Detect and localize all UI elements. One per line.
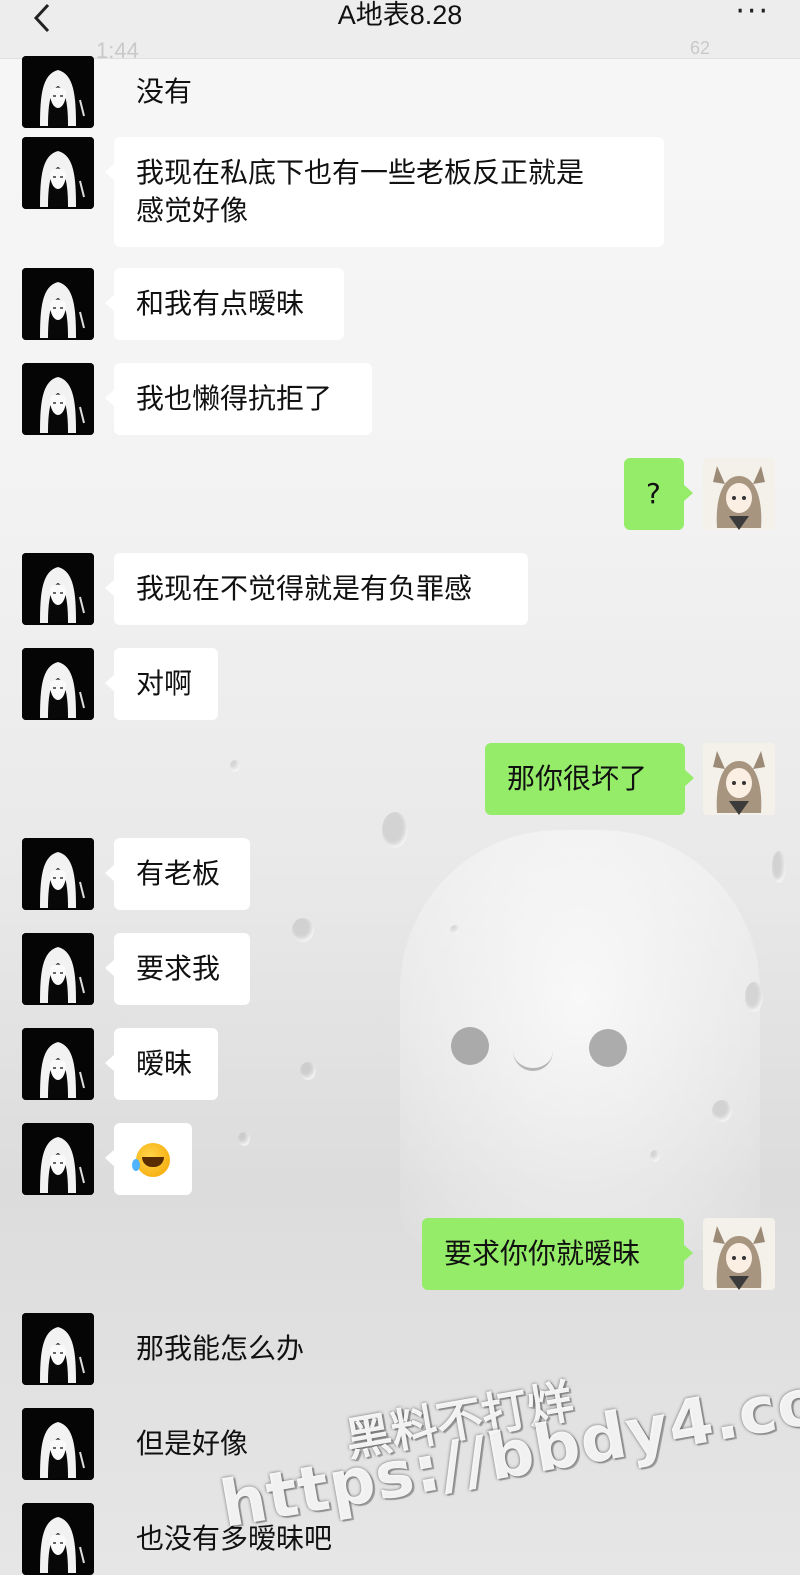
message-bubble[interactable]: 有老板 [105,838,250,910]
message-bubble[interactable]: 我也懒得抗拒了 [105,363,372,435]
background-cat-eye-left [451,1027,489,1065]
contact-avatar[interactable] [22,553,94,625]
message-bubble[interactable]: 要求你你就暧昧 [422,1218,693,1290]
chat-header: A地表8.28 1:44 62 ··· [0,0,800,63]
contact-avatar[interactable] [22,1408,94,1480]
message-bubble[interactable]: 那我能怎么办 [114,1313,344,1385]
my-avatar[interactable] [703,743,775,815]
message-bubble[interactable]: 和我有点暧昧 [105,268,344,340]
message-bubble[interactable]: 我现在私底下也有一些老板反正就是 感觉好像 [105,137,664,247]
message-text: 有老板 [136,857,221,890]
message-bubble[interactable]: ? [624,458,693,530]
chat-title: A地表8.28 [337,0,463,30]
message-text: ? [646,477,661,510]
message-bubble[interactable] [105,1123,192,1195]
contact-avatar[interactable] [22,137,94,209]
raindrop [650,1150,660,1162]
raindrop [230,760,240,772]
raindrop [382,812,408,848]
contact-avatar[interactable] [22,363,94,435]
background-cat-eye-right [589,1029,627,1067]
message-text: 和我有点暧昧 [136,287,305,320]
raindrop [292,918,314,942]
message-bubble[interactable]: 要求我 [105,933,250,1005]
contact-avatar[interactable] [22,268,94,340]
message-text: 那我能怎么办 [136,1332,305,1365]
message-text: 我现在私底下也有一些老板反正就是 感觉好像 [136,156,585,227]
contact-avatar[interactable] [22,933,94,1005]
message-text: 但是好像 [136,1427,249,1460]
contact-avatar[interactable] [22,1123,94,1195]
message-text: 暧昧 [136,1047,193,1080]
message-text: 要求我 [136,952,221,985]
laughing-crying-emoji [132,1143,170,1177]
contact-avatar[interactable] [22,1028,94,1100]
chat-screen: A地表8.28 1:44 62 ··· 没有 我现在私底下也有一些老板反正就是 … [0,0,800,1575]
raindrop [300,1062,316,1080]
message-text: 我现在不觉得就是有负罪感 [136,572,473,605]
message-text: 那你很坏了 [507,762,648,795]
contact-avatar[interactable] [22,838,94,910]
contact-avatar[interactable] [22,1503,94,1575]
message-text: 对啊 [136,667,193,700]
raindrop [238,1132,250,1146]
message-text: 我也懒得抗拒了 [136,382,333,415]
message-text: 要求你你就暧昧 [444,1237,641,1270]
contact-avatar[interactable] [22,1313,94,1385]
message-bubble[interactable]: 我现在不觉得就是有负罪感 [105,553,528,625]
message-bubble[interactable]: 那你很坏了 [485,743,694,815]
contact-avatar[interactable] [22,56,94,128]
raindrop [712,1100,732,1122]
raindrop [745,982,763,1012]
message-bubble[interactable]: 暧昧 [105,1028,218,1100]
message-text: 没有 [136,75,193,108]
my-avatar[interactable] [703,458,775,530]
my-avatar[interactable] [703,1218,775,1290]
message-bubble[interactable]: 没有 [114,56,226,128]
message-bubble[interactable]: 对啊 [105,648,218,720]
raindrop [450,925,460,935]
contact-avatar[interactable] [22,648,94,720]
more-dots-icon[interactable]: ··· [735,0,770,27]
status-battery: 62 [690,38,711,58]
raindrop [772,851,786,883]
